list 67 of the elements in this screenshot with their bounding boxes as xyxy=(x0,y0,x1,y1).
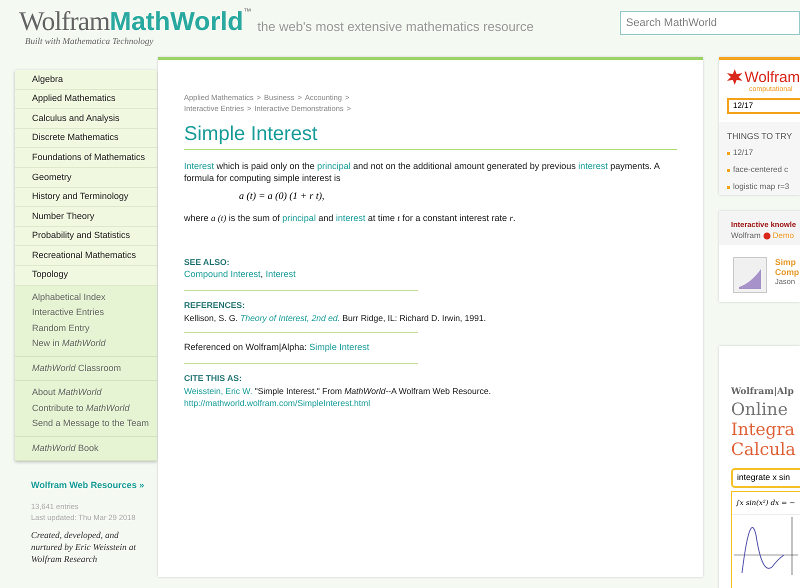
section-heading: SEE ALSO: xyxy=(184,256,230,268)
sidebar-link[interactable]: About MathWorld xyxy=(15,385,157,401)
sidebar-link[interactable]: Random Entry xyxy=(15,320,157,336)
sidebar-link[interactable]: Interactive Entries xyxy=(15,305,157,321)
suggestion-link[interactable]: 12/17 xyxy=(733,147,754,160)
text-link[interactable]: principal xyxy=(317,161,351,171)
things-heading: THINGS TO TRY xyxy=(727,130,794,142)
alpha-link[interactable]: Simple Interest xyxy=(309,342,370,352)
sidebar-topic-link[interactable]: Applied Mathematics xyxy=(15,90,157,110)
logo-mathworld-text: MathWorld xyxy=(110,8,244,34)
sidebar-link[interactable]: Send a Message to the Team xyxy=(15,416,157,432)
suggestion-link[interactable]: face-centered c xyxy=(733,164,788,176)
sidebar-topic-link[interactable]: Calculus and Analysis xyxy=(15,109,157,129)
url-link[interactable]: http://mathworld.wolfram.com/SimpleInterest.html xyxy=(184,397,418,410)
sidebar-topic-link[interactable]: Geometry xyxy=(15,168,157,188)
author-link[interactable]: Weisstein, Eric W. xyxy=(184,386,252,396)
sidebar-topic-link[interactable]: Number Theory xyxy=(15,207,157,227)
search-field[interactable]: Search MathWorld xyxy=(620,11,800,35)
sidebar-link[interactable]: MathWorld Classroom xyxy=(15,360,157,376)
star-logo-icon xyxy=(727,69,742,85)
reference-text: Kellison, S. G. Theory of Interest, 2nd ed. Burr Ridge, IL: Richard D. Irwin, 1991. xyxy=(184,312,486,324)
comma: , xyxy=(260,269,264,280)
suggestion-link[interactable]: logistic map r=3 xyxy=(733,181,790,194)
wolfram-resources-link[interactable]: Wolfram Web Resources » xyxy=(31,479,157,493)
alpha-input[interactable]: 12/17 xyxy=(727,98,800,114)
bullet-icon xyxy=(727,168,730,172)
sidebar-link[interactable]: New in MathWorld xyxy=(15,336,157,352)
sidebar-topic-link[interactable]: History and Terminology xyxy=(15,188,157,208)
demo-thumbnail-drawing xyxy=(733,257,767,294)
sidebar-topic-link[interactable]: Probability and Statistics xyxy=(15,226,157,246)
ad-headline: Calcula xyxy=(731,440,797,460)
sidebar-topic-link[interactable]: Topology xyxy=(15,266,157,286)
sidebar-topic-link[interactable]: Recreational Mathematics xyxy=(15,246,157,266)
ad-brand: Wolfram|Alp xyxy=(731,386,795,399)
ad-headline: Online xyxy=(731,400,789,420)
bullet-icon xyxy=(727,152,730,155)
function-plot-drawing xyxy=(732,515,798,575)
sidebar-topic-link[interactable]: Algebra xyxy=(15,70,157,90)
logo-subtitle: Built with Mathematica Technology xyxy=(24,35,154,48)
logo-wolfram-text: Wolfram xyxy=(19,8,110,35)
alpha-reference-label: Referenced on Wolfram|Alpha: xyxy=(184,342,308,352)
demo-brand-text: Demo xyxy=(772,230,794,242)
formula: a (t) = a (0) (1 + r t), xyxy=(239,190,324,204)
bullet-icon xyxy=(727,186,730,189)
trademark-mark: ™ xyxy=(243,8,252,16)
see-also-link[interactable]: Compound Interest xyxy=(184,269,261,280)
alpha-logo-text: Wolfram xyxy=(744,70,800,84)
see-also-link[interactable]: Interest xyxy=(266,269,296,280)
ad-headline: Integra xyxy=(731,420,796,440)
credit-text: Created, developed, and nurtured by Eric Weisstein at Wolfram Research xyxy=(31,529,137,566)
text-link[interactable]: interest xyxy=(578,161,608,171)
sidebar-link[interactable]: MathWorld Book xyxy=(15,440,157,456)
text-link[interactable]: interest xyxy=(336,213,366,223)
text-link[interactable]: principal xyxy=(282,213,316,223)
citation-text: "Simple Interest." From MathWorld--A Wolfram Web Resource. xyxy=(254,386,491,396)
explanation-paragraph: where a (t) is the sum of principal and interest at time t for a constant interest rate r. xyxy=(184,212,516,225)
demo-brand-text: Wolfram xyxy=(731,230,761,242)
text-link[interactable]: Interest xyxy=(184,161,214,171)
site-tagline: the web's most extensive mathematics resource xyxy=(257,18,534,36)
section-heading: CITE THIS AS: xyxy=(184,372,243,384)
intro-paragraph: Interest which is paid only on the principal and not on the additional amount generated by previous interest payments. A formula for computing simple interest is xyxy=(184,160,661,184)
page-title: Simple Interest xyxy=(184,121,677,150)
sidebar-topic-link[interactable]: Discrete Mathematics xyxy=(15,128,157,148)
sidebar-link[interactable]: Contribute to MathWorld xyxy=(15,400,157,416)
sidebar-topic-link[interactable]: Foundations of Mathematics xyxy=(15,148,157,168)
section-heading: REFERENCES: xyxy=(184,298,246,312)
sidebar-link[interactable]: Alphabetical Index xyxy=(15,290,157,306)
